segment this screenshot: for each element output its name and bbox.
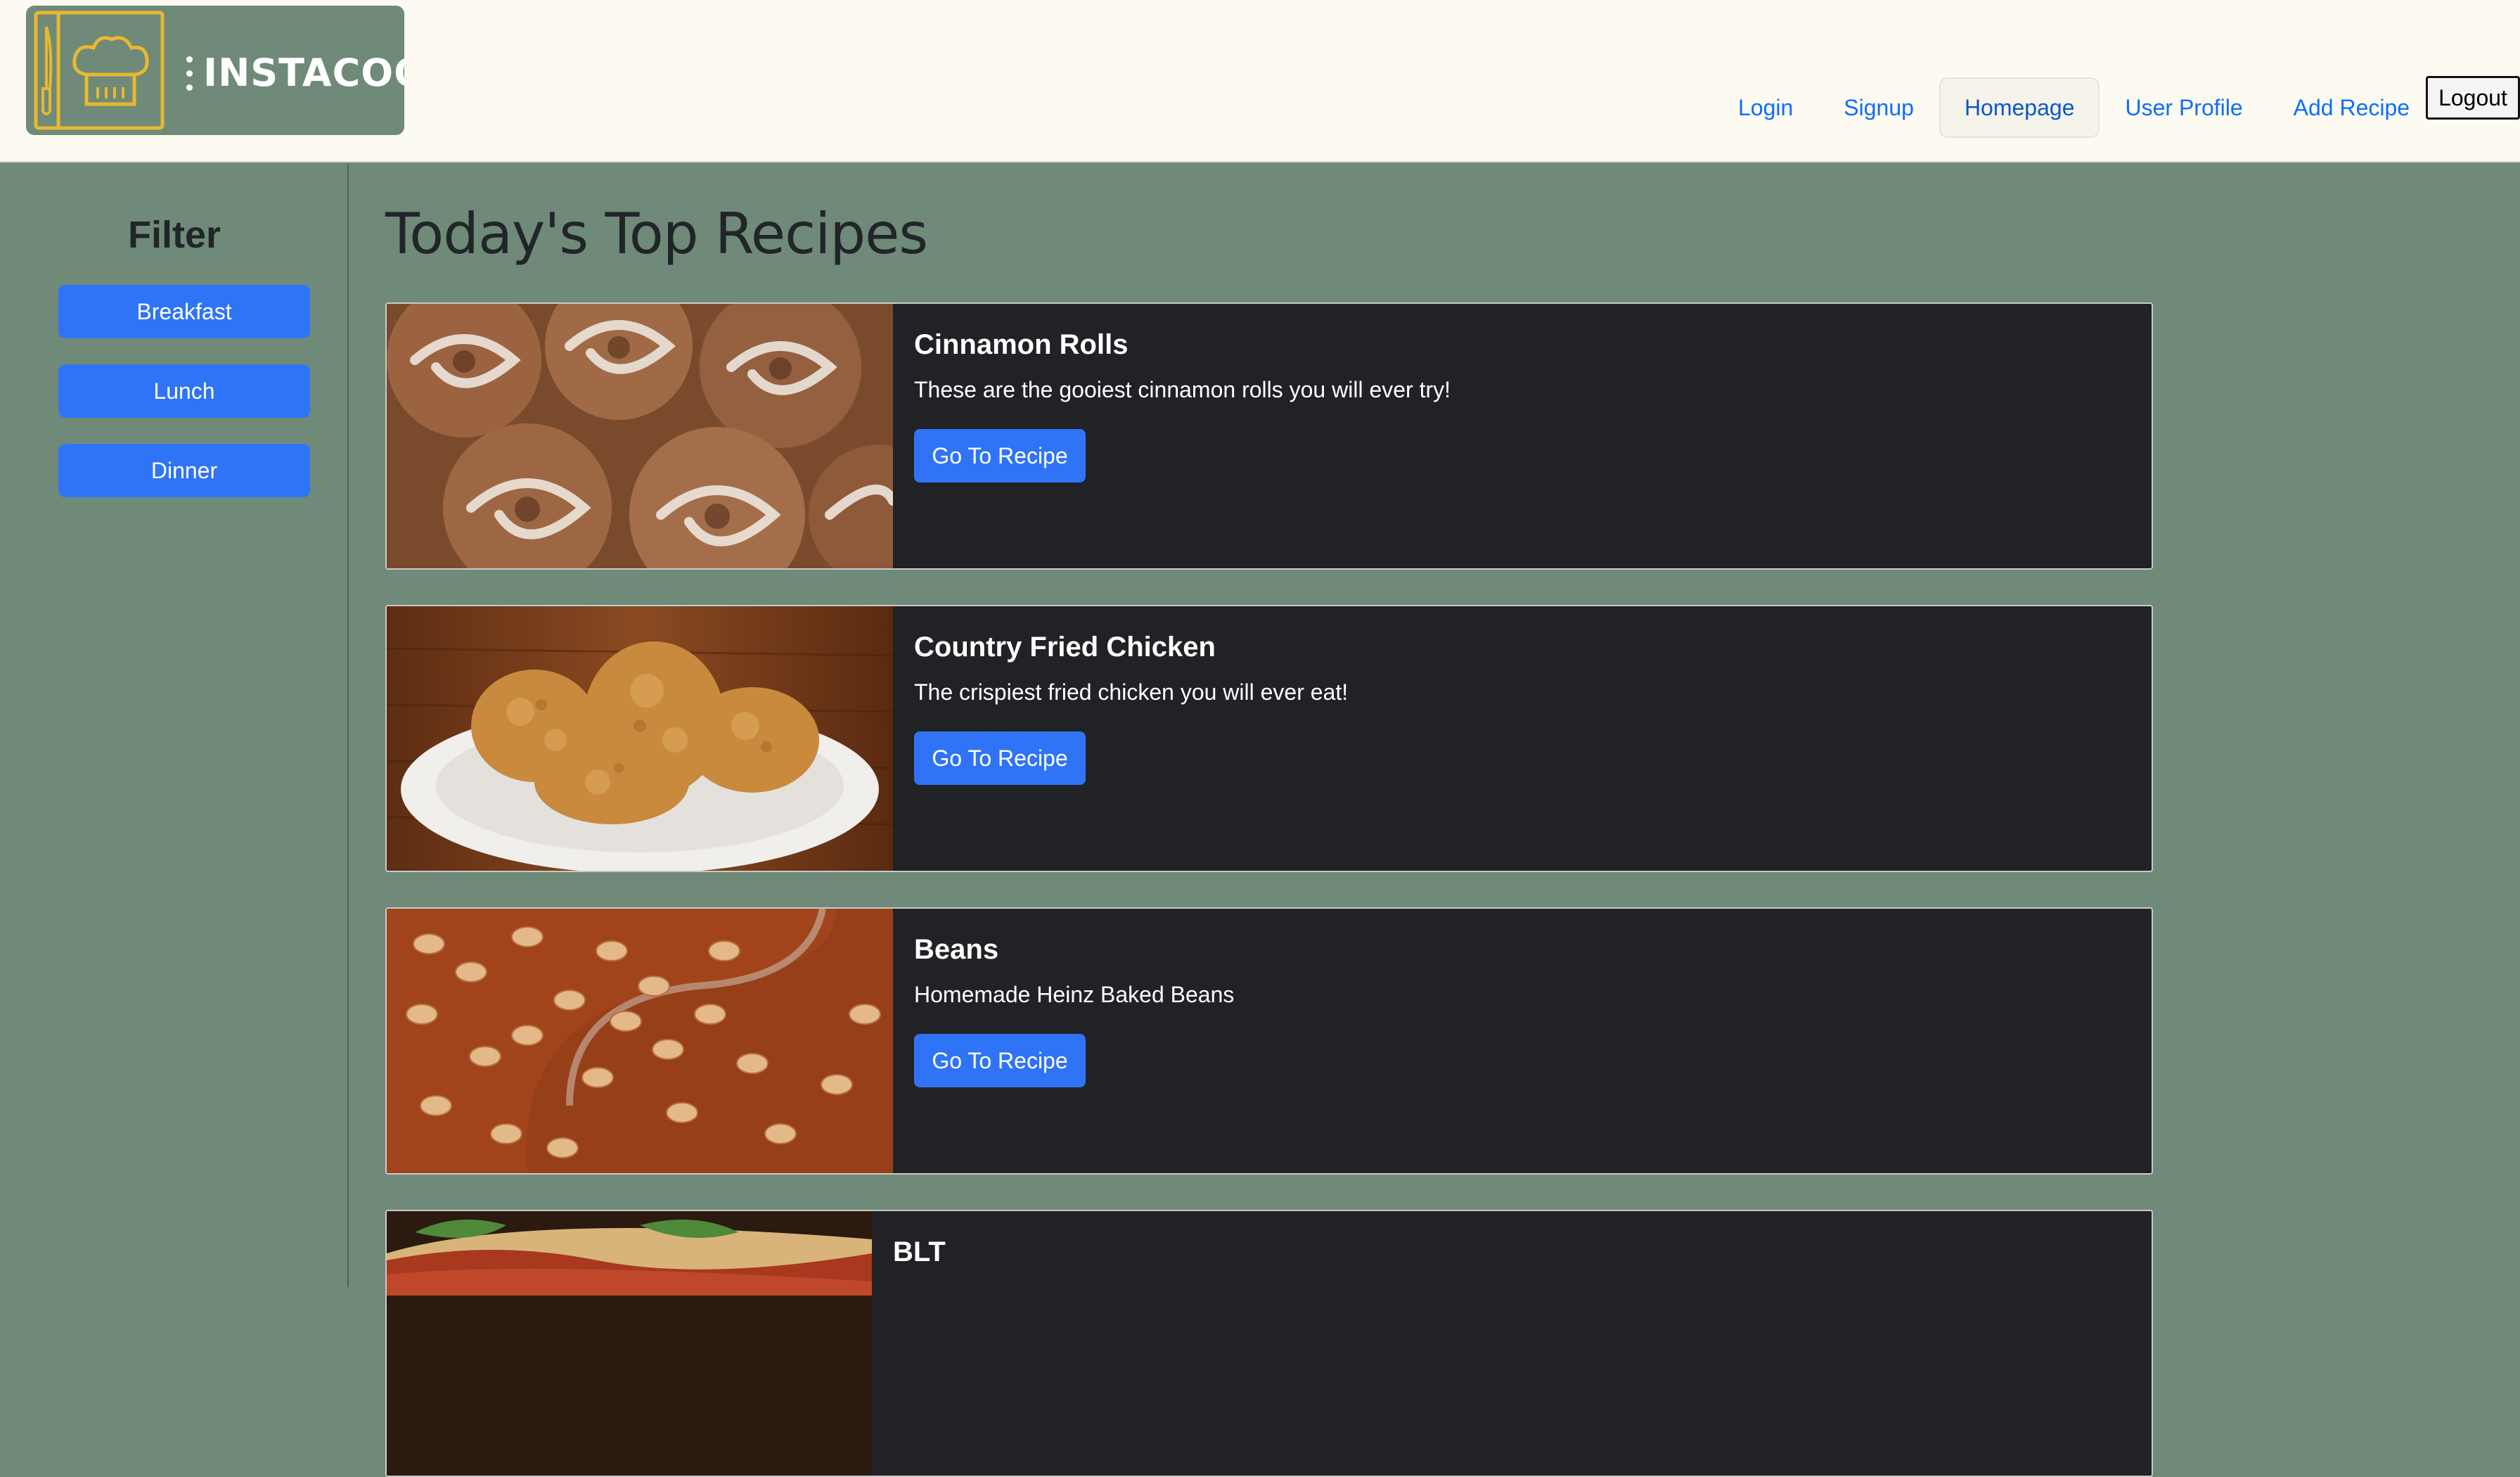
filter-dinner-button[interactable]: Dinner bbox=[58, 444, 310, 497]
cinnamon-rolls-image bbox=[387, 304, 893, 568]
go-to-recipe-button[interactable]: Go To Recipe bbox=[914, 429, 1086, 482]
nav-links: Login Signup Homepage User Profile Add R… bbox=[1713, 77, 2435, 138]
filter-breakfast-button[interactable]: Breakfast bbox=[58, 285, 310, 338]
brand-logo[interactable]: INSTACOOK bbox=[26, 6, 404, 135]
go-to-recipe-button[interactable]: Go To Recipe bbox=[914, 1034, 1086, 1087]
recipe-description: The crispiest fried chicken you will eve… bbox=[914, 679, 1349, 705]
navbar: INSTACOOK Login Signup Homepage User Pro… bbox=[0, 0, 2520, 162]
nav-add-recipe-link[interactable]: Add Recipe bbox=[2268, 77, 2435, 138]
page-title: Today's Top Recipes bbox=[385, 201, 928, 267]
fried-chicken-image bbox=[387, 606, 893, 871]
recipe-title: Country Fried Chicken bbox=[914, 632, 1216, 663]
nav-user-profile-link[interactable]: User Profile bbox=[2100, 77, 2268, 138]
brand-separator-icon bbox=[186, 56, 193, 91]
logout-button[interactable]: Logout bbox=[2426, 76, 2520, 120]
recipe-title: Cinnamon Rolls bbox=[914, 329, 1129, 360]
recipe-card: Cinnamon Rolls These are the gooiest cin… bbox=[385, 302, 2153, 570]
go-to-recipe-button[interactable]: Go To Recipe bbox=[914, 731, 1086, 785]
recipe-card: BLT bbox=[385, 1210, 2153, 1477]
baked-beans-image bbox=[387, 909, 893, 1173]
nav-homepage-link[interactable]: Homepage bbox=[1939, 77, 2100, 138]
nav-signup-link[interactable]: Signup bbox=[1818, 77, 1939, 138]
blt-sandwich-image bbox=[387, 1211, 872, 1476]
recipe-card: Country Fried Chicken The crispiest frie… bbox=[385, 605, 2153, 872]
nav-login-link[interactable]: Login bbox=[1713, 77, 1818, 138]
brand-name: INSTACOOK bbox=[203, 51, 404, 95]
recipe-description: Homemade Heinz Baked Beans bbox=[914, 982, 1235, 1007]
filter-title: Filter bbox=[127, 214, 221, 256]
recipe-title: BLT bbox=[893, 1236, 946, 1267]
recipe-description: These are the gooiest cinnamon rolls you… bbox=[914, 377, 1451, 402]
filter-sidebar: Filter Breakfast Lunch Dinner bbox=[0, 164, 349, 1287]
recipe-card: Beans Homemade Heinz Baked Beans Go To R… bbox=[385, 907, 2153, 1175]
recipe-title: Beans bbox=[914, 934, 999, 965]
filter-lunch-button[interactable]: Lunch bbox=[58, 364, 310, 418]
